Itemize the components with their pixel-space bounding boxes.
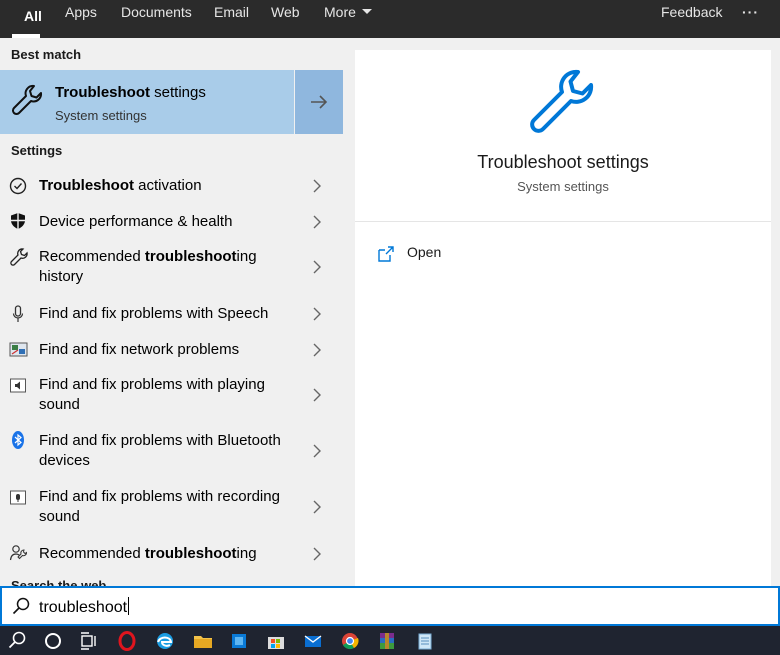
tab-email[interactable]: Email [214,0,249,38]
store-icon[interactable] [228,630,250,652]
tab-apps[interactable]: Apps [65,0,97,38]
wrench-icon [530,69,594,133]
list-item-label: Find and fix network problems [39,341,240,358]
microsoft-store-icon[interactable] [265,630,287,652]
more-options-button[interactable]: ··· [742,0,759,38]
preview-subtitle: System settings [517,179,609,194]
chevron-down-icon [361,9,372,14]
arrow-right-icon [311,95,328,109]
cortana-icon[interactable] [42,630,64,652]
list-item[interactable]: Recommended troubleshooting [0,542,343,578]
task-view-icon[interactable] [78,630,100,652]
search-box[interactable]: troubleshoot [0,586,780,626]
list-item[interactable]: Find and fix problems with Speech [0,302,343,338]
wrench-icon [11,84,43,116]
best-match-open[interactable]: Troubleshoot settings System settings [0,70,294,134]
list-item-label: Find and fix problems with Speech [39,305,269,322]
list-item-label: Find and fix problems with playing sound [39,376,265,413]
opera-icon[interactable] [116,630,138,652]
speaker-icon [10,378,26,393]
list-item-label: Device performance & health [39,213,233,230]
chevron-right-icon [313,179,321,193]
list-item-label: Recommended troubleshooting history [39,248,257,285]
chrome-icon[interactable] [339,630,361,652]
text-caret [128,597,130,615]
recording-icon [10,490,26,505]
list-item[interactable]: Find and fix problems with Bluetooth devi… [0,430,343,486]
person-help-icon [9,545,27,561]
list-item[interactable]: Find and fix problems with playing sound [0,374,343,430]
list-item[interactable]: Find and fix network problems [0,338,343,374]
chevron-right-icon [313,260,321,274]
tab-documents[interactable]: Documents [121,0,192,38]
list-item[interactable]: Find and fix problems with recording soun… [0,486,343,542]
check-circle-icon [9,177,27,195]
winrar-icon[interactable] [376,630,398,652]
wrench-icon [10,248,28,266]
file-explorer-icon[interactable] [192,630,214,652]
best-match-subtitle: System settings [55,108,147,123]
preview-divider [355,221,771,222]
network-icon [9,342,28,357]
open-action[interactable]: Open [375,243,575,265]
mail-icon[interactable] [302,630,324,652]
chevron-right-icon [313,388,321,402]
search-input[interactable]: troubleshoot [39,597,130,617]
microphone-icon [12,305,24,322]
search-icon [12,597,30,615]
best-match-heading: Best match [11,47,82,62]
feedback-button[interactable]: Feedback [661,0,722,38]
tab-web[interactable]: Web [271,0,300,38]
chevron-right-icon [313,215,321,229]
search-web-heading: Search the web [11,578,107,586]
preview-title: Troubleshoot settings [477,152,649,172]
chevron-right-icon [313,444,321,458]
list-item-label: Find and fix problems with Bluetooth devi… [39,432,281,469]
list-item-label: Recommended troubleshooting [39,545,257,562]
results-list: Best match Troubleshoot settings System … [0,38,343,586]
chevron-right-icon [313,500,321,514]
bluetooth-icon [12,431,24,449]
chevron-right-icon [313,343,321,357]
best-match-expand-button[interactable] [295,70,343,134]
chevron-right-icon [313,307,321,321]
list-item[interactable]: Troubleshoot activation [0,174,343,210]
search-scope-tabs: All Apps Documents Email Web More Feedba… [0,0,780,38]
notepad-icon[interactable] [414,630,436,652]
list-item[interactable]: Recommended troubleshooting history [0,246,343,292]
open-external-icon [378,246,394,262]
best-match-result[interactable]: Troubleshoot settings System settings [0,70,343,134]
list-item[interactable]: Device performance & health [0,210,343,246]
search-icon[interactable] [6,630,28,652]
shield-icon [11,213,25,229]
list-item-label: Troubleshoot activation [39,177,202,194]
preview-pane: Troubleshoot settings System settings Op… [355,50,771,586]
best-match-title: Troubleshoot settings [55,84,206,101]
taskbar [0,626,780,655]
edge-icon[interactable] [154,630,176,652]
open-action-label: Open [407,244,442,260]
list-item-label: Find and fix problems with recording soun… [39,488,280,525]
tab-more[interactable]: More [324,0,372,38]
chevron-right-icon [313,547,321,561]
settings-heading: Settings [11,143,63,158]
